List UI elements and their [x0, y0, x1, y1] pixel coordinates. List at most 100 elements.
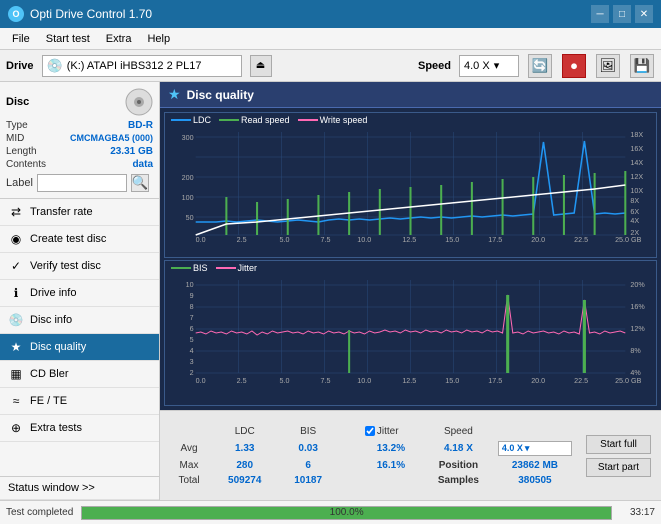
- svg-text:0.0: 0.0: [196, 377, 206, 385]
- col-header-ldc: LDC: [212, 425, 277, 438]
- svg-text:5.0: 5.0: [280, 236, 290, 242]
- col-header-bis: BIS: [279, 425, 336, 438]
- drive-action-btn-3[interactable]: 🖼: [596, 54, 620, 78]
- start-part-button[interactable]: Start part: [586, 458, 651, 477]
- legend-read-speed-label: Read speed: [241, 115, 290, 125]
- svg-text:14X: 14X: [630, 159, 643, 167]
- minimize-button[interactable]: ─: [591, 5, 609, 23]
- disc-mid-val: CMCMAGBA5 (000): [70, 133, 153, 144]
- legend-jitter-color: [216, 267, 236, 269]
- start-full-button[interactable]: Start full: [586, 435, 651, 454]
- titlebar-controls: ─ □ ✕: [591, 5, 653, 23]
- samples-label: Samples: [423, 474, 494, 487]
- legend-bis-label: BIS: [193, 263, 208, 273]
- sidebar-item-transfer-rate[interactable]: ⇄ Transfer rate: [0, 199, 159, 226]
- progress-container: 100.0%: [81, 506, 612, 520]
- create-test-disc-icon: ◉: [8, 231, 24, 247]
- maximize-button[interactable]: □: [613, 5, 631, 23]
- close-button[interactable]: ✕: [635, 5, 653, 23]
- menu-extra[interactable]: Extra: [98, 31, 140, 47]
- sidebar-item-cd-bler[interactable]: ▦ CD Bler: [0, 361, 159, 388]
- content-header: ★ Disc quality: [160, 82, 661, 108]
- drive-action-btn-1[interactable]: 🔄: [528, 54, 552, 78]
- svg-text:18X: 18X: [630, 131, 643, 139]
- svg-text:0.0: 0.0: [196, 236, 206, 242]
- svg-text:20%: 20%: [630, 281, 645, 289]
- position-label: Position: [423, 459, 494, 472]
- speed-dropdown-avg[interactable]: 4.0 X ▾: [498, 441, 572, 456]
- sidebar-item-disc-quality[interactable]: ★ Disc quality: [0, 334, 159, 361]
- start-buttons: Start full Start part: [582, 431, 655, 481]
- col-header-speed: Speed: [423, 425, 494, 438]
- sidebar-item-verify-test-disc[interactable]: ✓ Verify test disc: [0, 253, 159, 280]
- drive-action-btn-2[interactable]: ●: [562, 54, 586, 78]
- sidebar-item-cd-bler-label: CD Bler: [30, 368, 69, 380]
- sidebar-item-extra-tests[interactable]: ⊕ Extra tests: [0, 415, 159, 442]
- svg-text:7: 7: [190, 314, 194, 322]
- speed-select[interactable]: 4.0 X ▾: [459, 55, 519, 77]
- svg-text:25.0 GB: 25.0 GB: [615, 377, 642, 385]
- jitter-checkbox[interactable]: [365, 426, 375, 436]
- chart-ldc-svg: 300 200 100 50 18X 16X 14X 12X 10X 8X 6X…: [165, 127, 656, 242]
- status-text: Test completed: [6, 507, 73, 518]
- svg-text:9: 9: [190, 292, 194, 300]
- menu-start-test[interactable]: Start test: [38, 31, 98, 47]
- chart-ldc-legend: LDC Read speed Write speed: [165, 113, 656, 127]
- svg-text:100: 100: [182, 194, 194, 202]
- disc-type-key: Type: [6, 120, 28, 131]
- disc-contents-val: data: [132, 159, 153, 170]
- sidebar-item-fe-te[interactable]: ≈ FE / TE: [0, 388, 159, 415]
- svg-text:12%: 12%: [630, 325, 645, 333]
- legend-bis-color: [171, 267, 191, 269]
- extra-tests-icon: ⊕: [8, 420, 24, 436]
- svg-text:22.5: 22.5: [574, 236, 588, 242]
- drivebar: Drive 💿 (K:) ATAPI iHBS312 2 PL17 ⏏ Spee…: [0, 50, 661, 82]
- sidebar-spacer: [0, 442, 159, 476]
- svg-text:4%: 4%: [630, 369, 641, 377]
- avg-label: Avg: [168, 440, 210, 457]
- svg-text:200: 200: [182, 174, 194, 182]
- avg-jitter: 13.2%: [361, 440, 421, 457]
- drive-action-btn-4[interactable]: 💾: [630, 54, 654, 78]
- svg-text:300: 300: [182, 134, 194, 142]
- svg-text:16X: 16X: [630, 145, 643, 153]
- drive-select[interactable]: 💿 (K:) ATAPI iHBS312 2 PL17: [42, 55, 242, 77]
- drive-eject-button[interactable]: ⏏: [250, 55, 272, 77]
- sidebar-item-drive-info[interactable]: ℹ Drive info: [0, 280, 159, 307]
- progress-text: 100.0%: [82, 507, 611, 519]
- sidebar-item-status-window[interactable]: Status window >>: [0, 476, 159, 500]
- menu-help[interactable]: Help: [139, 31, 178, 47]
- disc-label-input[interactable]: [37, 174, 127, 192]
- svg-text:6: 6: [190, 325, 194, 333]
- sidebar-item-disc-quality-label: Disc quality: [30, 341, 86, 353]
- avg-ldc: 1.33: [212, 440, 277, 457]
- jitter-label[interactable]: Jitter: [365, 426, 417, 437]
- total-ldc: 509274: [212, 474, 277, 487]
- col-header-empty: [168, 425, 210, 438]
- status-window-label: Status window >>: [8, 482, 95, 494]
- svg-text:15.0: 15.0: [445, 377, 459, 385]
- disc-mid-key: MID: [6, 133, 24, 144]
- legend-read-speed-color: [219, 119, 239, 121]
- speed-dropdown-icon: ▾: [494, 59, 500, 72]
- svg-text:12.5: 12.5: [402, 377, 416, 385]
- disc-header: Disc: [6, 88, 153, 116]
- col-header-jitter-check: Jitter: [361, 425, 421, 438]
- sidebar-item-disc-info[interactable]: 💿 Disc info: [0, 307, 159, 334]
- disc-length-val: 23.31 GB: [110, 146, 153, 157]
- statusbar: Test completed 100.0% 33:17: [0, 500, 661, 524]
- col-header-speed-val: [496, 425, 574, 438]
- sidebar-item-create-test-disc[interactable]: ◉ Create test disc: [0, 226, 159, 253]
- main-content: Disc Type BD-R MID CMCMAGBA5 (000) Lengt…: [0, 82, 661, 500]
- sidebar: Disc Type BD-R MID CMCMAGBA5 (000) Lengt…: [0, 82, 160, 500]
- avg-speed-sel-val: 4.0 X: [502, 443, 523, 453]
- menu-file[interactable]: File: [4, 31, 38, 47]
- avg-speed-sel[interactable]: 4.0 X ▾: [496, 440, 574, 457]
- disc-label-btn[interactable]: 🔍: [131, 174, 149, 192]
- svg-text:7.5: 7.5: [320, 377, 330, 385]
- svg-text:6X: 6X: [630, 208, 639, 216]
- legend-read-speed: Read speed: [219, 115, 290, 125]
- svg-text:5.0: 5.0: [280, 377, 290, 385]
- legend-ldc: LDC: [171, 115, 211, 125]
- svg-text:3: 3: [190, 358, 194, 366]
